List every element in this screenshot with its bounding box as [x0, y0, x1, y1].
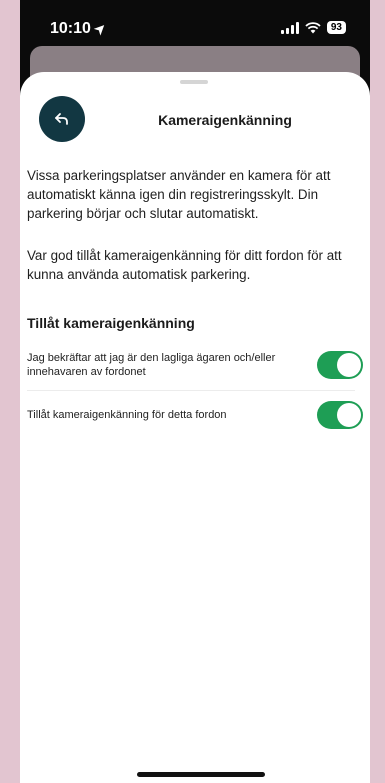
instruction-paragraph: Var god tillåt kameraigenkänning för dit…: [27, 248, 342, 282]
clock: 10:10: [50, 20, 91, 37]
status-indicators: 93: [280, 21, 346, 34]
page-title: Kameraigenkänning: [158, 112, 292, 128]
toggle-row-owner-confirmation: Jag bekräftar att jag är den lagliga äga…: [27, 344, 363, 386]
status-bar: 10:10➤ 93: [20, 0, 370, 50]
battery-icon: 93: [326, 21, 346, 34]
back-arrow-icon: [55, 113, 68, 125]
wifi-icon: [305, 21, 321, 33]
toggle-label: Tillåt kameraigenkänning för detta fordo…: [27, 409, 227, 421]
home-indicator[interactable]: [137, 772, 265, 777]
toggle-knob: [337, 403, 361, 427]
phone-screen: 10:10➤ 93 Kameraigenkänning Vissa parker…: [20, 0, 370, 783]
bottom-sheet: Kameraigenkänning Vissa parkeringsplatse…: [20, 72, 370, 783]
camera-recognition-toggle[interactable]: [317, 401, 363, 429]
divider: [27, 390, 355, 391]
toggle-row-camera-recognition: Tillåt kameraigenkänning för detta fordo…: [27, 398, 363, 432]
intro-paragraph: Vissa parkeringsplatser använder en kame…: [27, 168, 331, 221]
sheet-grabber[interactable]: [180, 80, 208, 84]
status-time: 10:10➤: [50, 19, 109, 38]
toggle-label: Jag bekräftar att jag är den lagliga äga…: [27, 352, 276, 378]
back-button[interactable]: [39, 96, 85, 142]
signal-icon: [280, 21, 299, 34]
toggle-knob: [337, 353, 361, 377]
location-arrow-icon: ➤: [90, 19, 110, 38]
section-title: Tillåt kameraigenkänning: [27, 315, 195, 331]
owner-confirmation-toggle[interactable]: [317, 351, 363, 379]
